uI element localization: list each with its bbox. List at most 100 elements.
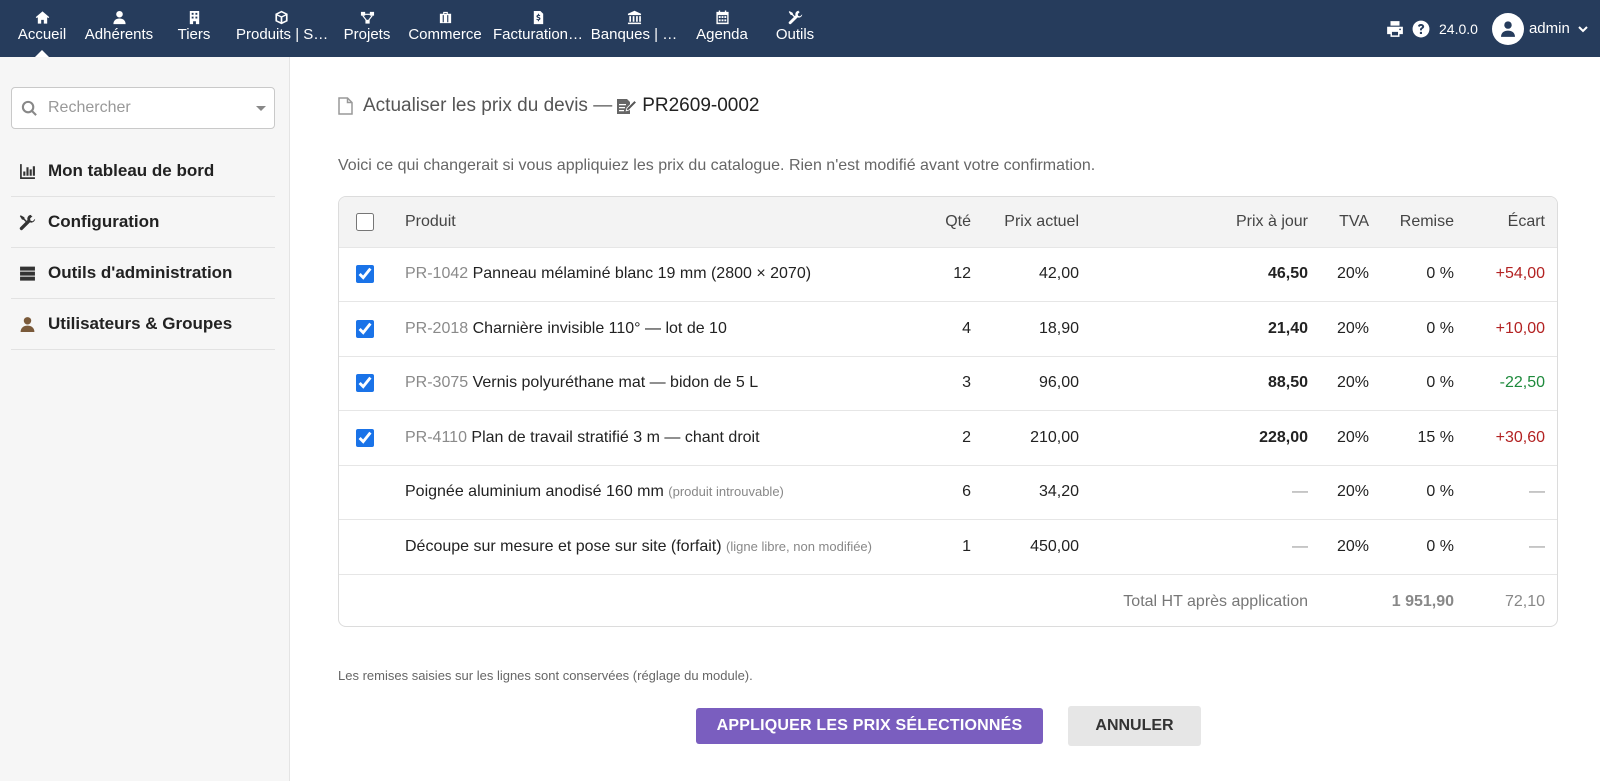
select-all-checkbox[interactable]	[356, 212, 374, 231]
menu-item-projets[interactable]: Projets	[340, 0, 394, 57]
calendar-icon	[694, 0, 750, 27]
apply-prices-button[interactable]: APPLIQUER LES PRIX SÉLECTIONNÉS	[696, 708, 1043, 744]
product-name: Charnière invisible 110° — lot de 10	[472, 319, 727, 337]
product-ref[interactable]: PR-4110	[405, 429, 467, 446]
sidebar-item-label: Utilisateurs & Groupes	[48, 314, 233, 333]
project-icon	[340, 0, 394, 27]
col-header-product: Produit	[405, 212, 456, 230]
menu-label: Commerce	[408, 26, 482, 43]
total-difference-value: 72,10	[1504, 592, 1545, 610]
menu-item-agenda[interactable]: Agenda	[694, 0, 750, 57]
product-cell: PR-2018 Charnière invisible 110° — lot d…	[391, 302, 879, 357]
sidebar-item-users-groups[interactable]: Utilisateurs & Groupes	[11, 299, 275, 350]
new-price-cell: 88,50	[1267, 374, 1308, 392]
vat-cell: 20%	[1336, 374, 1369, 392]
row-check-cell	[339, 356, 391, 411]
product-ref[interactable]: PR-2018	[405, 320, 468, 337]
new-price-cell: 228,00	[1259, 428, 1308, 446]
col-header-discount: Remise	[1399, 212, 1454, 230]
discount-cell: 15 %	[1417, 428, 1454, 446]
sidebar-item-configuration[interactable]: Configuration	[11, 197, 275, 248]
quote-reference[interactable]: PR2609-0002	[642, 95, 759, 117]
printer-icon[interactable]	[1386, 20, 1404, 38]
briefcase-icon	[408, 0, 482, 27]
sidebar-item-label: Configuration	[48, 212, 160, 231]
total-spacer	[1308, 574, 1369, 626]
sidebar-item-label: Outils d'administration	[48, 263, 233, 282]
row-checkbox[interactable]	[356, 265, 374, 284]
col-header-difference: Écart	[1507, 212, 1545, 230]
col-header-new-price: Prix à jour	[1235, 212, 1308, 230]
sidebar-item-admin-tools[interactable]: Outils d'administration	[11, 248, 275, 299]
menu-label: Outils	[775, 26, 815, 43]
product-cell: Poignée aluminium anodisé 160 mm (produi…	[391, 465, 879, 520]
building-icon	[172, 0, 216, 27]
menu-item-facturation[interactable]: Facturation…	[492, 0, 584, 57]
menu-item-produits[interactable]: Produits | S…	[236, 0, 328, 57]
current-price-cell: 18,90	[1038, 319, 1079, 337]
tools-icon	[11, 214, 38, 231]
chevron-down-icon[interactable]	[1577, 23, 1589, 35]
row-check-cell	[339, 302, 391, 357]
cube-icon	[236, 0, 326, 27]
row-checkbox[interactable]	[356, 428, 374, 447]
menu-item-banques[interactable]: Banques | …	[590, 0, 678, 57]
product-ref[interactable]: PR-3075	[405, 374, 468, 391]
server-icon	[11, 265, 38, 282]
menu-label: Facturation…	[492, 26, 584, 43]
vat-cell: 20%	[1336, 537, 1369, 555]
table-row: Poignée aluminium anodisé 160 mm (produi…	[339, 465, 1557, 520]
qty-cell: 2	[962, 428, 971, 446]
new-price-cell: 46,50	[1267, 265, 1308, 283]
user-icon	[11, 316, 38, 333]
product-note: (produit introuvable)	[668, 484, 784, 500]
price-update-table: Produit Qté Prix actuel Prix à jour TVA …	[338, 196, 1558, 627]
new-price-cell: —	[1292, 537, 1308, 555]
qty-cell: 1	[962, 537, 971, 555]
sidebar-item-dashboard[interactable]: Mon tableau de bord	[11, 146, 275, 197]
menu-item-adherents[interactable]: Adhérents	[84, 0, 154, 57]
dropdown-arrow-icon[interactable]	[256, 106, 266, 111]
top-navbar: Accueil Adhérents Tiers Produits | S… Pr…	[0, 0, 1600, 57]
page-title-text: Actualiser les prix du devis —	[363, 95, 613, 116]
menu-item-tiers[interactable]: Tiers	[172, 0, 216, 57]
table-header-row: Produit Qté Prix actuel Prix à jour TVA …	[339, 197, 1557, 247]
total-ht-value: 1 951,90	[1391, 592, 1454, 610]
chart-icon	[11, 163, 38, 180]
discount-cell: 0 %	[1426, 374, 1454, 392]
new-price-cell: —	[1292, 483, 1308, 501]
current-price-cell: 96,00	[1038, 374, 1079, 392]
discount-cell: 0 %	[1426, 537, 1454, 555]
help-icon[interactable]	[1412, 20, 1430, 38]
user-area: 24.0.0 admin	[1386, 0, 1589, 57]
invoice-icon	[492, 0, 584, 27]
row-check-cell	[339, 465, 391, 520]
row-checkbox[interactable]	[356, 374, 374, 393]
product-cell: PR-3075 Vernis polyuréthane mat — bidon …	[391, 356, 879, 411]
menu-label: Agenda	[696, 26, 748, 43]
product-ref[interactable]: PR-1042	[405, 265, 468, 282]
tools-icon	[770, 0, 820, 27]
row-check-cell	[339, 520, 391, 575]
product-cell: PR-4110 Plan de travail stratifié 3 m — …	[391, 411, 879, 466]
discount-cell: 0 %	[1426, 265, 1454, 283]
page-title: Actualiser les prix du devis — PR2609-00…	[338, 95, 759, 117]
row-checkbox[interactable]	[356, 319, 374, 338]
product-cell: Découpe sur mesure et pose sur site (for…	[391, 520, 879, 575]
col-header-qty: Qté	[945, 212, 971, 230]
version-label: 24.0.0	[1439, 20, 1478, 37]
search-input[interactable]	[48, 96, 248, 120]
product-cell: PR-1042 Panneau mélaminé blanc 19 mm (28…	[391, 247, 879, 302]
user-icon	[84, 0, 154, 27]
product-note: (ligne libre, non modifiée)	[726, 538, 872, 554]
cancel-button[interactable]: ANNULER	[1068, 706, 1201, 746]
menu-item-outils[interactable]: Outils	[770, 0, 820, 57]
row-check-cell	[339, 247, 391, 302]
table-row: PR-3075 Vernis polyuréthane mat — bidon …	[339, 356, 1557, 411]
avatar[interactable]	[1491, 12, 1524, 45]
vat-cell: 20%	[1336, 428, 1369, 446]
search-combobox[interactable]	[11, 87, 275, 129]
username-label[interactable]: admin	[1529, 20, 1570, 37]
menu-item-accueil[interactable]: Accueil	[14, 0, 70, 57]
menu-item-commerce[interactable]: Commerce	[408, 0, 482, 57]
